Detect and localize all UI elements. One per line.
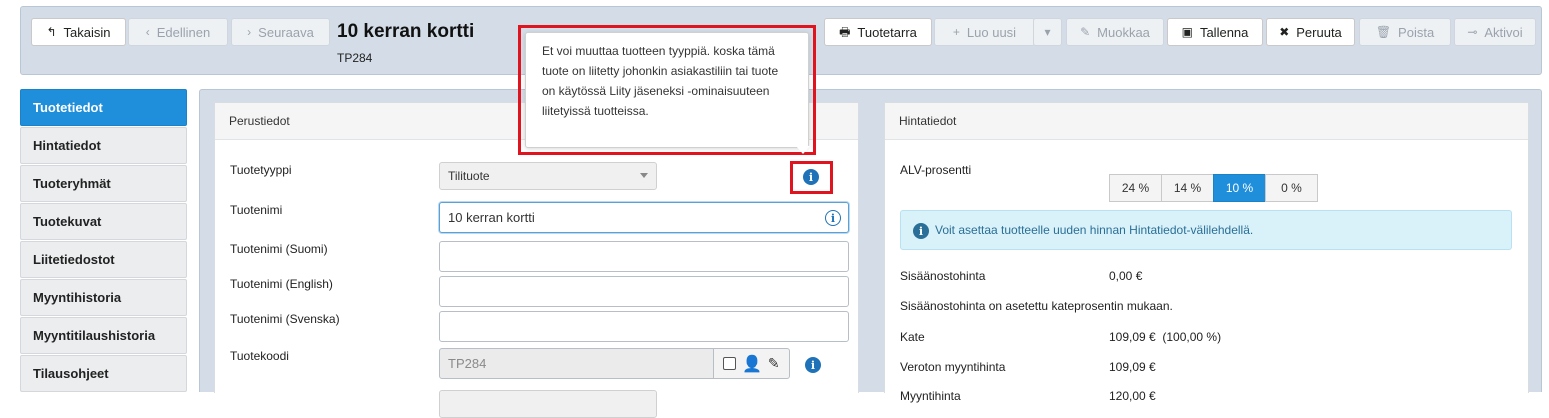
edit-button[interactable]: ✎ Muokkaa <box>1066 18 1164 46</box>
print-icon: 🖶 <box>839 25 851 39</box>
product-name-sv-label: Tuotenimi (Svenska) <box>230 312 340 326</box>
chevron-left-icon: ‹ <box>145 25 150 39</box>
pricing-panel: Hintatiedot ALV-prosentti 24 % 14 % 10 %… <box>884 102 1529 402</box>
main-content: Perustiedot Tuotetyyppi Tilituote Tuoten… <box>199 89 1542 418</box>
save-button[interactable]: ▣ Tallenna <box>1167 18 1263 46</box>
purchase-price-note: Sisäänostohinta on asetettu kateprosenti… <box>900 299 1173 313</box>
product-name-fi-label: Tuotenimi (Suomi) <box>230 242 328 256</box>
product-card-button[interactable]: 🖶 Tuotetarra <box>824 18 932 46</box>
plus-icon: + <box>952 25 960 39</box>
create-new-button[interactable]: + Luo uusi <box>934 18 1035 46</box>
vat-option-10[interactable]: 10 % <box>1213 174 1266 202</box>
back-button[interactable]: ↰ Takaisin <box>31 18 126 46</box>
tooltip-arrow <box>796 146 810 154</box>
next-button[interactable]: › Seuraava <box>231 18 330 46</box>
vat-option-24[interactable]: 24 % <box>1109 174 1162 202</box>
toggle-icon: ⊸ <box>1467 25 1478 39</box>
activate-button[interactable]: ⊸ Aktivoi <box>1454 18 1536 46</box>
product-code-subtitle: TP284 <box>337 51 373 65</box>
sidebar-item-product-groups[interactable]: Tuoteryhmät <box>20 165 187 202</box>
page-title: 10 kerran kortti <box>337 21 475 42</box>
product-code-info-icon[interactable]: i <box>805 357 821 373</box>
vat-selector: 24 % 14 % 10 % 0 % <box>1109 174 1318 202</box>
product-type-info-icon[interactable]: i <box>803 169 819 185</box>
vat-option-14[interactable]: 14 % <box>1161 174 1214 202</box>
auto-code-checkbox[interactable] <box>723 357 736 370</box>
sidebar-item-sales-history[interactable]: Myyntihistoria <box>20 279 187 316</box>
net-price-label: Veroton myyntihinta <box>900 360 1006 374</box>
margin-label: Kate <box>900 330 925 344</box>
previous-button[interactable]: ‹ Edellinen <box>128 18 228 46</box>
floppy-disk-icon: ▣ <box>1181 25 1193 39</box>
create-new-dropdown-toggle[interactable]: ▾ <box>1033 18 1062 46</box>
product-code-addon: 👤 ✎ <box>713 348 790 379</box>
pricing-heading: Hintatiedot <box>885 103 1528 140</box>
product-name-input[interactable]: 10 kerran kortti i <box>439 202 849 233</box>
delete-button[interactable]: 🗑 Poista <box>1359 18 1451 46</box>
product-name-label: Tuotenimi <box>230 203 283 217</box>
product-name-en-input[interactable] <box>439 276 849 307</box>
user-icon: 👤 <box>742 355 762 373</box>
close-icon: ✖ <box>1279 25 1290 39</box>
sidebar-item-order-instructions[interactable]: Tilausohjeet <box>20 355 187 392</box>
next-field-select[interactable] <box>439 390 657 418</box>
margin-value: 109,09 € (100,00 %) <box>1109 330 1222 344</box>
sidebar-item-sales-order-history[interactable]: Myyntitilaushistoria <box>20 317 187 354</box>
chevron-right-icon: › <box>247 25 252 39</box>
product-code-input[interactable]: TP284 <box>439 348 714 379</box>
sidebar-item-attachments[interactable]: Liitetiedostot <box>20 241 187 278</box>
trash-icon: 🗑 <box>1375 25 1392 39</box>
vat-label: ALV-prosentti <box>900 163 972 177</box>
product-type-select[interactable]: Tilituote <box>439 162 657 190</box>
sidebar-item-product-info[interactable]: Tuotetiedot <box>20 89 187 126</box>
info-icon: i <box>913 223 929 239</box>
product-name-fi-input[interactable] <box>439 241 849 272</box>
vat-option-0[interactable]: 0 % <box>1265 174 1318 202</box>
product-code-label: Tuotekoodi <box>230 349 289 363</box>
purchase-price-label: Sisäänostohinta <box>900 269 986 283</box>
pencil-icon: ✎ <box>1080 25 1091 39</box>
product-name-sv-input[interactable] <box>439 311 849 342</box>
sidebar-item-product-images[interactable]: Tuotekuvat <box>20 203 187 240</box>
cancel-button[interactable]: ✖ Peruuta <box>1266 18 1355 46</box>
product-type-label: Tuotetyyppi <box>230 163 292 177</box>
pricing-info-alert: i Voit asettaa tuotteelle uuden hinnan H… <box>900 210 1512 250</box>
undo-icon: ↰ <box>46 25 57 39</box>
chevron-down-icon <box>640 173 648 178</box>
sidebar-nav: Tuotetiedot Hintatiedot Tuoteryhmät Tuot… <box>20 89 187 393</box>
caret-down-icon: ▾ <box>1044 25 1051 39</box>
pencil-icon: ✎ <box>767 355 780 371</box>
sidebar-item-pricing[interactable]: Hintatiedot <box>20 127 187 164</box>
purchase-price-value: 0,00 € <box>1109 269 1143 283</box>
info-icon[interactable]: i <box>825 210 841 226</box>
net-price-value: 109,09 € <box>1109 360 1156 374</box>
product-name-en-label: Tuotenimi (English) <box>230 277 333 291</box>
product-type-tooltip: Et voi muuttaa tuotteen tyyppiä. koska t… <box>525 32 809 148</box>
